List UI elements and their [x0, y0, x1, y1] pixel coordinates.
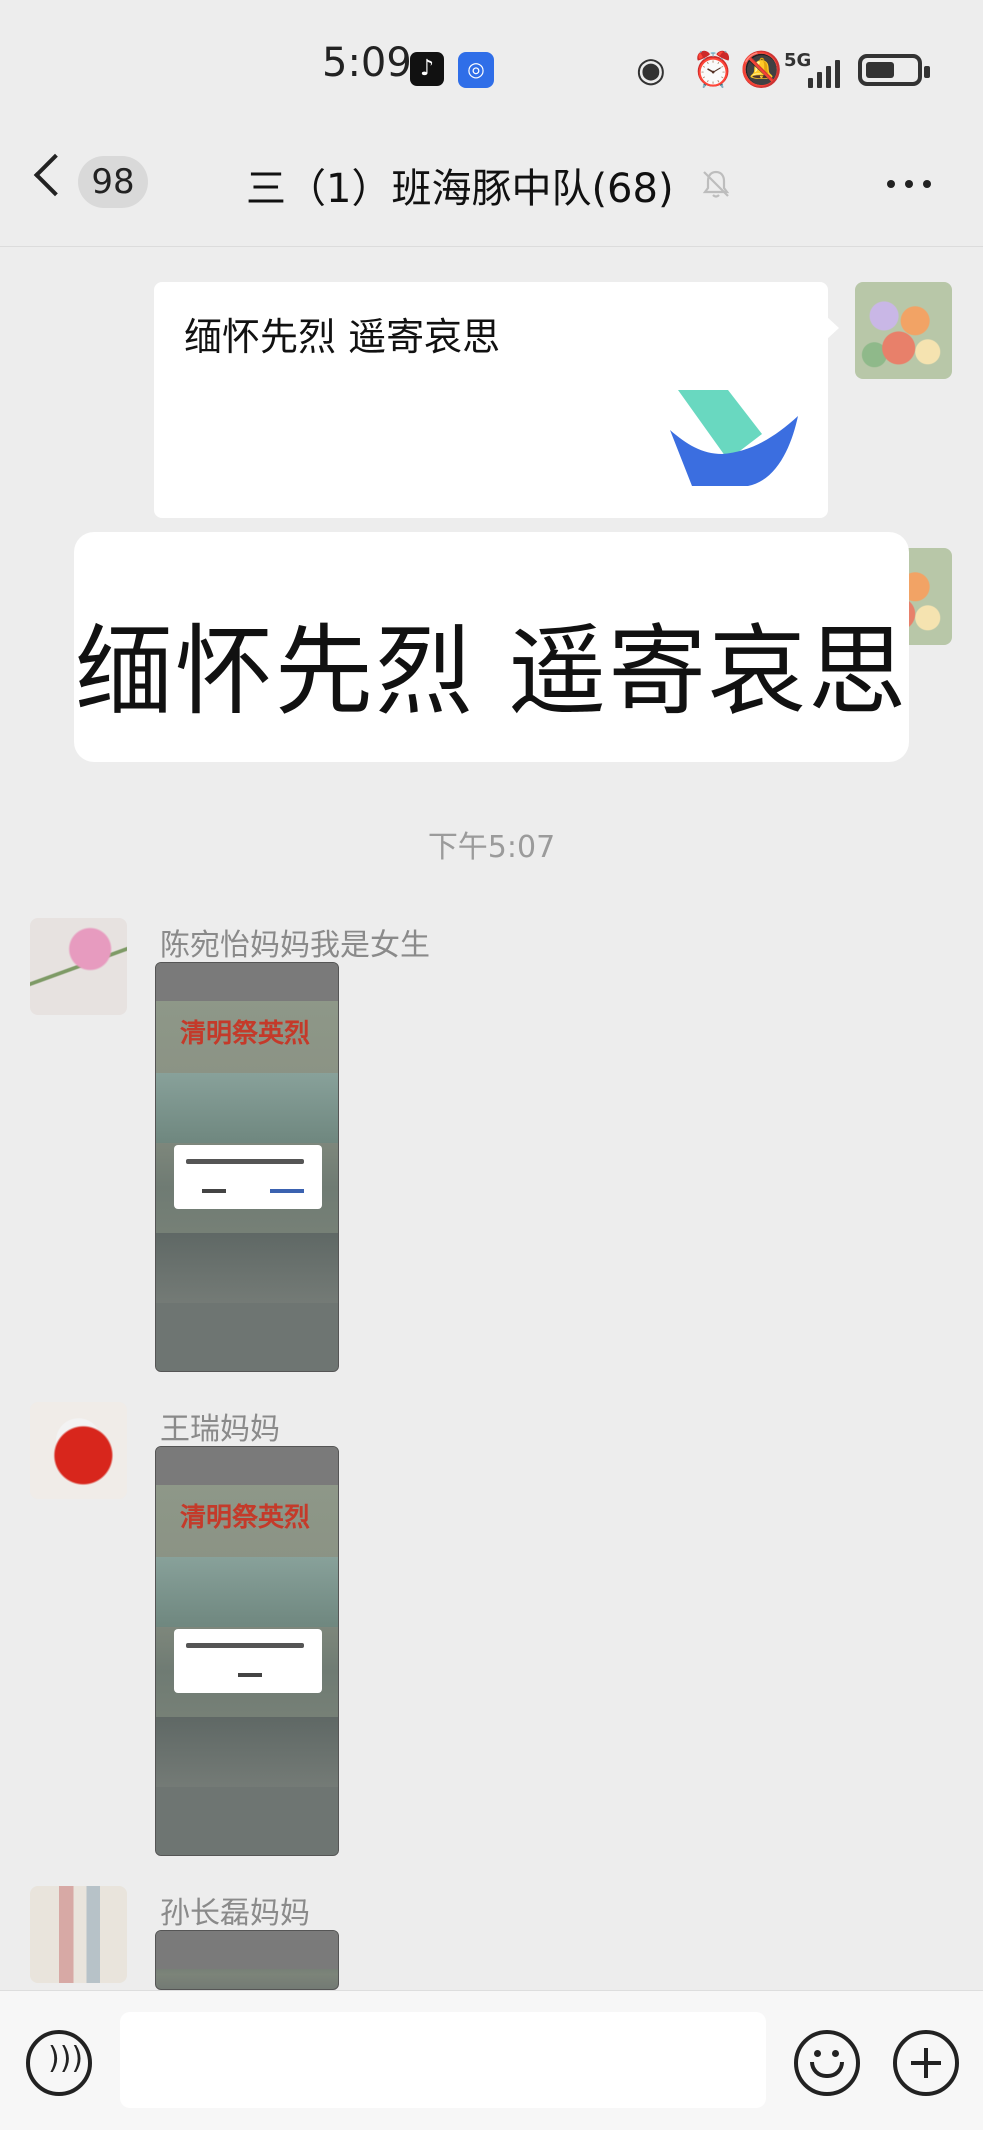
sender-avatar[interactable] — [30, 1886, 127, 1983]
image-message[interactable]: 清明祭英烈 — [155, 1446, 339, 1856]
muted-bell-icon — [702, 170, 730, 198]
message-input[interactable] — [120, 2012, 766, 2108]
alarm-icon: ⏰ — [692, 50, 735, 90]
bubble-tail — [826, 316, 839, 340]
voice-icon: ))) — [48, 2041, 84, 2076]
sender-name: 孙长磊妈妈 — [160, 1896, 310, 1931]
image-message[interactable]: 清明祭英烈 — [155, 962, 339, 1372]
signal-icon — [808, 56, 840, 88]
unread-badge[interactable]: 98 — [78, 156, 148, 208]
emoji-button[interactable] — [794, 2030, 860, 2096]
back-icon[interactable] — [33, 153, 77, 197]
battery-icon — [858, 54, 930, 86]
sender-name: 王瑞妈妈 — [160, 1412, 280, 1447]
app-icon: ◎ — [458, 52, 494, 88]
eye-icon: ◉ — [636, 50, 666, 90]
sender-avatar[interactable] — [30, 1402, 127, 1499]
tiktok-icon: ♪ — [410, 52, 444, 86]
my-avatar[interactable] — [855, 282, 952, 379]
message-text: 缅怀先烈 遥寄哀思 — [74, 615, 909, 729]
more-options-button[interactable] — [887, 180, 931, 188]
chat-title: 三（1）班海豚中队(68) — [246, 166, 674, 212]
plus-button[interactable] — [893, 2030, 959, 2096]
status-time: 5:09 — [322, 40, 412, 86]
sender-name: 陈宛怡妈妈我是女生 — [160, 928, 430, 963]
mute-icon: 🔕 — [740, 50, 783, 90]
header-divider — [0, 246, 983, 247]
sender-avatar[interactable] — [30, 918, 127, 1015]
image-message[interactable] — [155, 1930, 339, 1990]
time-separator: 下午5:07 — [427, 830, 556, 865]
link-card-title: 缅怀先烈 遥寄哀思 — [184, 315, 501, 359]
app-logo-icon — [670, 390, 798, 486]
